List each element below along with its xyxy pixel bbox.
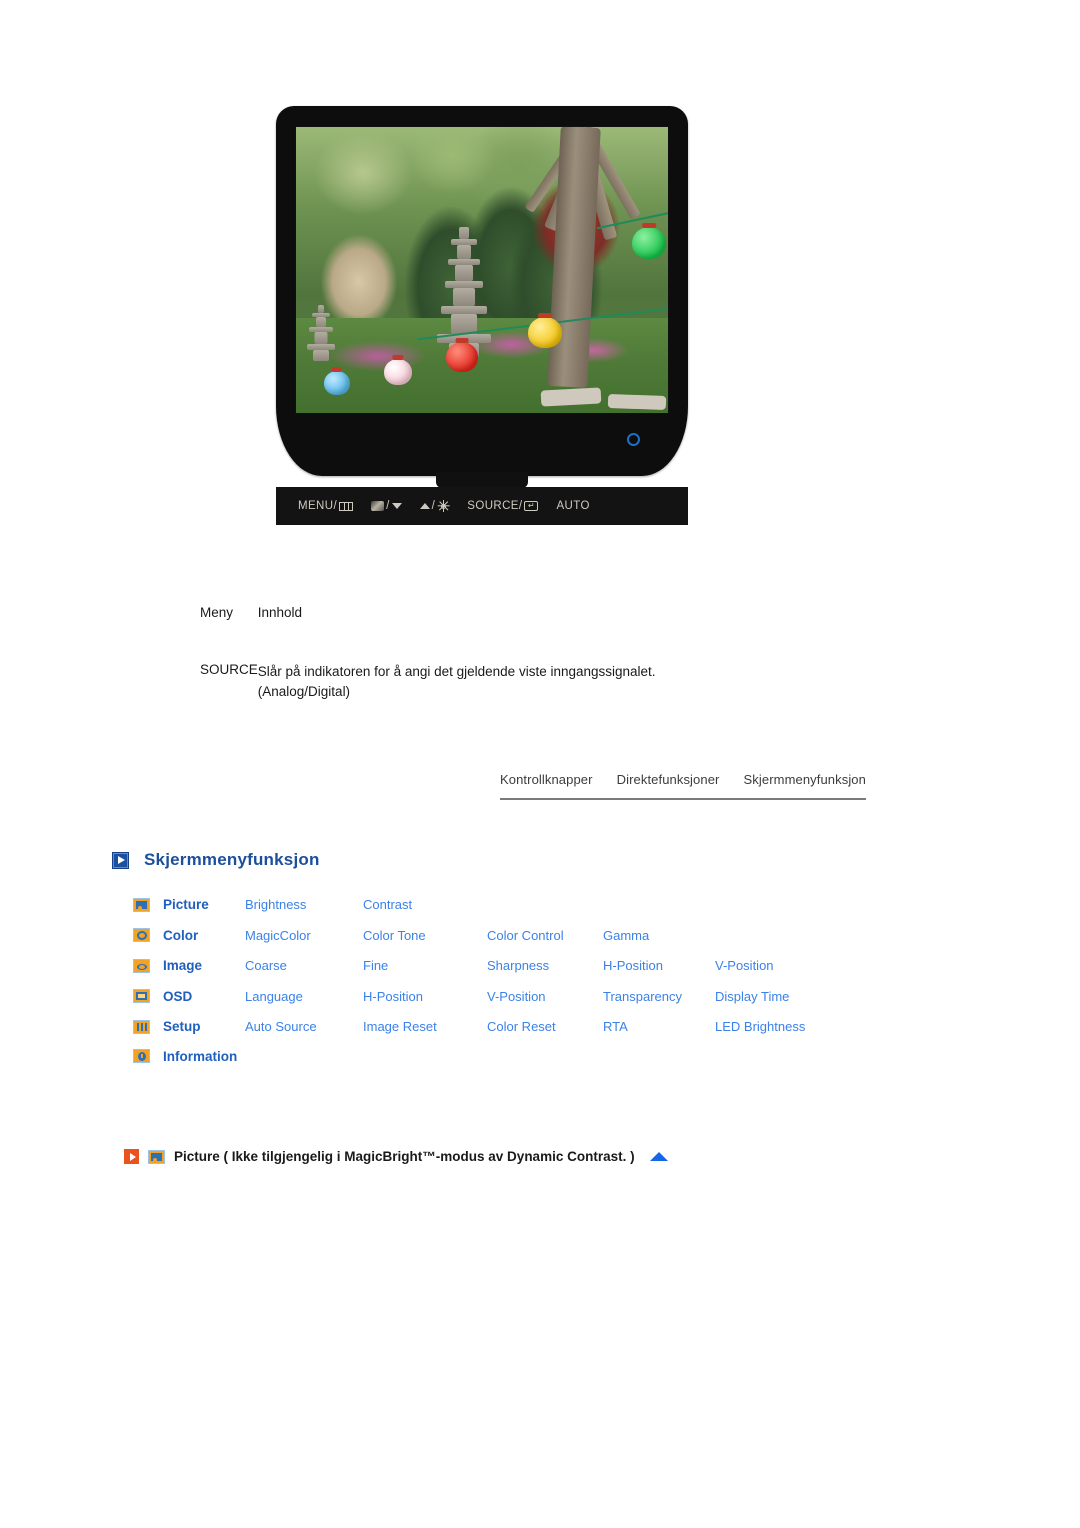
caption-text: Picture ( Ikke tilgjengelig i MagicBrigh… [174, 1149, 635, 1164]
blue-lantern [324, 371, 350, 395]
color-icon [133, 928, 150, 943]
monitor-control-bar: MENU/ / / SOURCE/ ↵ AUTO [276, 487, 688, 525]
osd-item-v-position[interactable]: V-Position [487, 988, 603, 1006]
garden-stone [607, 393, 667, 411]
information-icon [133, 1049, 150, 1064]
image-icon [133, 958, 150, 973]
osd-item-led-brightness[interactable]: LED Brightness [715, 1018, 835, 1036]
osd-item-transparency[interactable]: Transparency [603, 988, 715, 1006]
osd-item-gamma[interactable]: Gamma [603, 927, 715, 945]
tab-kontrollknapper[interactable]: Kontrollknapper [500, 772, 593, 794]
scroll-to-top-icon[interactable] [649, 1152, 668, 1161]
yellow-lantern [528, 317, 562, 348]
setup-icon [133, 1019, 150, 1034]
osd-category-information[interactable]: Information [163, 1049, 245, 1064]
pink-lantern [384, 359, 412, 385]
source-button-label: SOURCE/ [467, 500, 523, 512]
table-header-row: Meny Innhold [0, 605, 1080, 662]
osd-item-coarse[interactable]: Coarse [245, 957, 363, 975]
osd-item-color-control[interactable]: Color Control [487, 927, 603, 945]
osd-item-image-reset[interactable]: Image Reset [363, 1018, 487, 1036]
picture-icon [133, 897, 150, 912]
osd-settings-icon [133, 989, 150, 1004]
osd-category-osd[interactable]: OSD [163, 989, 245, 1004]
blue-play-square-icon [112, 851, 129, 869]
picture-icon [148, 1149, 165, 1164]
monitor-stand-neck [436, 472, 528, 488]
osd-item-h-position[interactable]: H-Position [603, 957, 715, 975]
osd-item-contrast[interactable]: Contrast [363, 896, 487, 914]
magicbright-icon [371, 501, 385, 511]
arrow-up-icon [419, 503, 430, 509]
table-header-meny: Meny [200, 605, 234, 620]
menu-button[interactable]: MENU/ [298, 500, 354, 512]
menu-button-label: MENU/ [298, 500, 338, 512]
magicbright-down-button[interactable]: / [371, 500, 402, 512]
osd-item-color-reset[interactable]: Color Reset [487, 1018, 603, 1036]
tabs-underline [500, 798, 866, 800]
osd-item-auto-source[interactable]: Auto Source [245, 1018, 363, 1036]
osd-item-fine[interactable]: Fine [363, 957, 487, 975]
osd-item-h-position[interactable]: H-Position [363, 988, 487, 1006]
osd-item-display-time[interactable]: Display Time [715, 988, 835, 1006]
osd-item-color-tone[interactable]: Color Tone [363, 927, 487, 945]
osd-category-setup[interactable]: Setup [163, 1019, 245, 1034]
auto-button-label: AUTO [556, 500, 590, 512]
page-title-text: Skjermmenyfunksjon [144, 850, 320, 869]
osd-category-picture[interactable]: Picture [163, 897, 245, 912]
tab-direktefunksjoner[interactable]: Direktefunksjoner [617, 772, 720, 794]
osd-item-brightness[interactable]: Brightness [245, 896, 363, 914]
brightness-button-label: / [431, 500, 436, 512]
picture-section-caption: Picture ( Ikke tilgjengelig i MagicBrigh… [124, 1149, 668, 1164]
osd-item-v-position[interactable]: V-Position [715, 957, 835, 975]
table-header-innhold: Innhold [257, 605, 303, 620]
red-lantern [446, 342, 478, 372]
osd-category-image[interactable]: Image [163, 958, 245, 973]
garden-stone [540, 387, 602, 407]
table-cell-description: Slår på indikatoren for å angi det gjeld… [258, 662, 1080, 701]
orange-play-icon [124, 1149, 139, 1164]
garden-photo [296, 127, 668, 413]
monitor-illustration [276, 106, 688, 526]
menu-description-table: Meny Innhold SOURCE Slår på indikatoren … [0, 605, 1080, 701]
osd-item-rta[interactable]: RTA [603, 1018, 715, 1036]
description-line-1: Slår på indikatoren for å angi det gjeld… [257, 664, 656, 679]
source-enter-button[interactable]: SOURCE/ ↵ [467, 500, 539, 512]
osd-menu-grid: Picture Brightness Contrast Color MagicC… [133, 896, 835, 1064]
osd-category-color[interactable]: Color [163, 928, 245, 943]
osd-item-magiccolor[interactable]: MagicColor [245, 927, 363, 945]
table-row: SOURCE Slår på indikatoren for å angi de… [0, 662, 1080, 701]
description-line-2: (Analog/Digital) [257, 683, 351, 699]
monitor-bezel [276, 106, 688, 476]
arrow-down-icon [391, 503, 402, 509]
green-lantern [632, 227, 666, 259]
auto-button[interactable]: AUTO [556, 500, 589, 512]
osd-item-sharpness[interactable]: Sharpness [487, 957, 603, 975]
power-indicator-icon [627, 433, 640, 446]
section-tabs: Kontrollknapper Direktefunksjoner Skjerm… [500, 772, 866, 794]
small-stone-pagoda [306, 305, 336, 361]
magicbright-button-label: / [386, 500, 390, 512]
menu-grid-icon [339, 501, 354, 511]
enter-key-icon: ↵ [524, 501, 539, 511]
brightness-sun-icon [437, 500, 450, 512]
table-cell-menu-name: SOURCE [200, 662, 258, 677]
brightness-up-button[interactable]: / [419, 500, 450, 512]
tab-skjermmenyfunksjon[interactable]: Skjermmenyfunksjon [744, 772, 866, 794]
osd-item-language[interactable]: Language [245, 988, 363, 1006]
page-title: Skjermmenyfunksjon [112, 850, 320, 870]
monitor-screen [295, 126, 669, 414]
